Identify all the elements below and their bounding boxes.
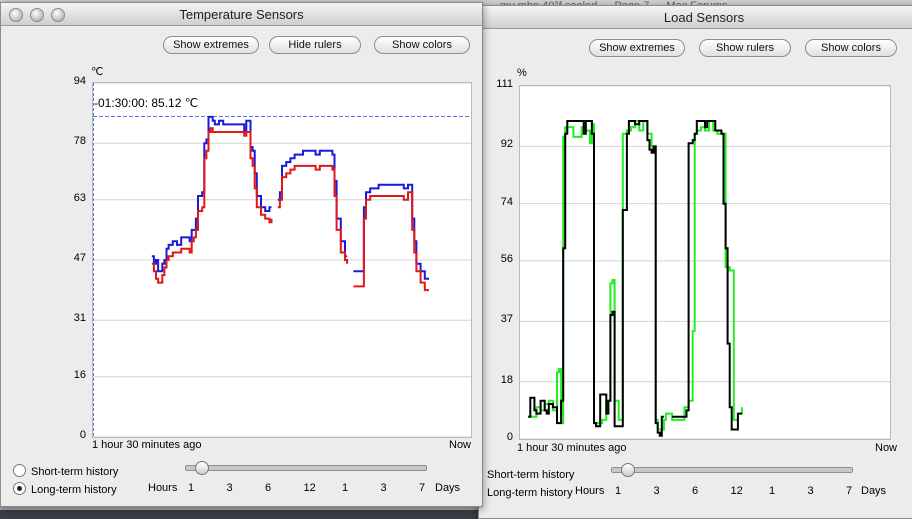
temp-long-term-label: Long-term history bbox=[31, 484, 117, 496]
load-scale-days-label: Days bbox=[861, 485, 887, 497]
load-window-title: Load Sensors bbox=[663, 10, 745, 25]
temp-scale-tick: 3 bbox=[380, 482, 387, 494]
load-series-2-line bbox=[672, 120, 742, 431]
temp-y-tick-label: 16 bbox=[73, 368, 86, 381]
temp-ruler-readout: -01:30:00: 85.12 ℃ bbox=[94, 96, 199, 110]
temp-series-1-line bbox=[151, 115, 272, 273]
load-show-extremes-button[interactable]: Show extremes bbox=[589, 39, 685, 57]
temp-short-term-radio[interactable] bbox=[13, 464, 26, 477]
temp-scale-tick: 1 bbox=[188, 482, 195, 494]
temp-long-term-option[interactable]: Long-term history bbox=[13, 482, 117, 496]
temp-y-unit: ℃ bbox=[91, 66, 104, 78]
load-y-tick-label: 18 bbox=[500, 373, 513, 386]
load-short-term-label: Short-term history bbox=[487, 469, 575, 481]
temp-window-title: Temperature Sensors bbox=[179, 7, 304, 22]
load-y-unit: % bbox=[517, 67, 527, 79]
temp-x-label-start: 1 hour 30 minutes ago bbox=[92, 439, 202, 451]
load-sensors-window: Load Sensors Show extremes Show rulers S… bbox=[478, 5, 912, 519]
load-show-rulers-button[interactable]: Show rulers bbox=[699, 39, 791, 57]
load-timescale-slider[interactable] bbox=[611, 467, 853, 473]
temp-scale-tick: 7 bbox=[419, 482, 426, 494]
temp-scale-tick: 12 bbox=[303, 482, 316, 494]
load-series-1-line bbox=[528, 120, 743, 431]
load-scale-tick: 7 bbox=[846, 485, 853, 497]
load-y-tick-label: 74 bbox=[500, 195, 513, 208]
temp-timescale-slider-knob[interactable] bbox=[195, 461, 209, 475]
load-timescale-slider-knob[interactable] bbox=[621, 463, 635, 477]
load-series-2-line bbox=[528, 120, 664, 437]
load-y-tick-label: 56 bbox=[500, 252, 513, 265]
temp-scale-tick: 6 bbox=[265, 482, 272, 494]
temp-chart-svg bbox=[93, 83, 471, 437]
load-window-titlebar[interactable]: Load Sensors bbox=[479, 6, 912, 29]
load-scale-tick: 6 bbox=[692, 485, 699, 497]
load-chart-svg bbox=[520, 86, 890, 439]
load-long-term-option[interactable]: Long-term history bbox=[479, 485, 573, 499]
temp-plot-area bbox=[92, 82, 472, 438]
temp-show-colors-button[interactable]: Show colors bbox=[374, 36, 470, 54]
temp-y-tick-label: 31 bbox=[73, 312, 86, 325]
temp-y-tick-label: 47 bbox=[73, 252, 86, 264]
temp-long-term-radio[interactable] bbox=[13, 482, 26, 495]
temp-timescale-slider[interactable] bbox=[185, 465, 427, 471]
load-y-tick-label: 111 bbox=[496, 78, 513, 90]
load-y-tick-label: 92 bbox=[500, 138, 513, 151]
temp-y-tick-label: 0 bbox=[79, 429, 86, 441]
load-long-term-label: Long-term history bbox=[487, 487, 573, 499]
load-scale-tick: 1 bbox=[769, 485, 776, 497]
temp-y-tick-label: 94 bbox=[73, 75, 86, 87]
temp-scale-tick: 3 bbox=[226, 482, 233, 494]
load-show-colors-button[interactable]: Show colors bbox=[805, 39, 897, 57]
load-scale-tick: 3 bbox=[653, 485, 660, 497]
temp-show-extremes-button[interactable]: Show extremes bbox=[163, 36, 259, 54]
load-scale-tick: 3 bbox=[807, 485, 814, 497]
load-scale-hours-label: Hours bbox=[575, 485, 605, 497]
temperature-sensors-window: Temperature Sensors Show extremes Hide r… bbox=[0, 2, 483, 507]
load-short-term-option[interactable]: Short-term history bbox=[479, 467, 575, 481]
temp-short-term-option[interactable]: Short-term history bbox=[13, 464, 118, 478]
temp-y-tick-label: 78 bbox=[73, 135, 86, 148]
load-scale-tick: 1 bbox=[615, 485, 622, 497]
load-x-label-start: 1 hour 30 minutes ago bbox=[517, 442, 627, 454]
temp-scale-hours-label: Hours bbox=[148, 482, 178, 494]
temp-x-label-end: Now bbox=[449, 439, 472, 451]
load-plot-area bbox=[519, 85, 891, 440]
load-scale-tick: 12 bbox=[730, 485, 743, 497]
temp-window-titlebar[interactable]: Temperature Sensors bbox=[1, 3, 482, 26]
load-y-tick-label: 0 bbox=[506, 431, 513, 443]
temp-scale-days-label: Days bbox=[435, 482, 461, 494]
temp-hide-rulers-button[interactable]: Hide rulers bbox=[269, 36, 361, 54]
temp-scale-tick: 1 bbox=[342, 482, 349, 494]
temp-y-tick-label: 63 bbox=[73, 191, 86, 204]
load-y-tick-label: 37 bbox=[500, 313, 513, 326]
load-x-label-end: Now bbox=[875, 442, 898, 454]
temp-short-term-label: Short-term history bbox=[31, 466, 119, 478]
